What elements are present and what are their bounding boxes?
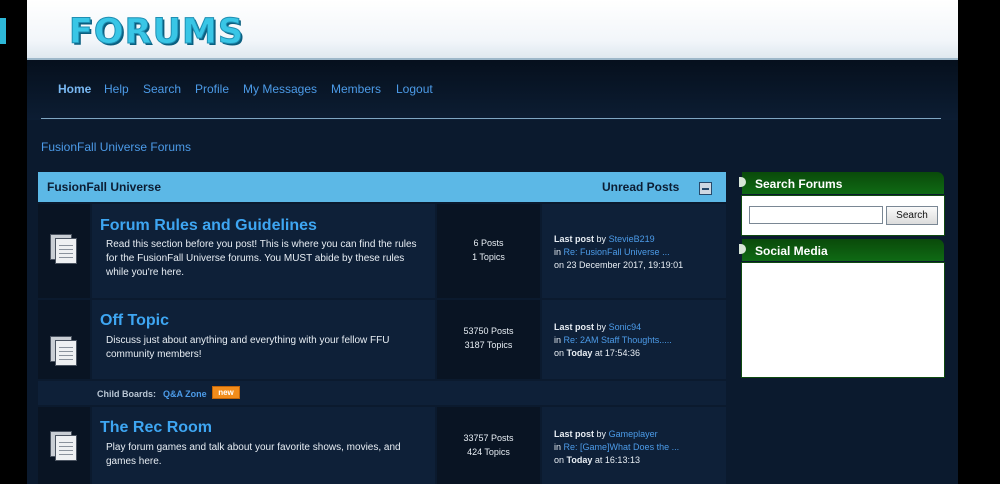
in-text: in [554,442,562,452]
site-header: FORUMS [27,0,958,60]
at-text: at [594,455,603,465]
forum-frame: FORUMS Home Help Search Profile My Messa… [27,0,958,484]
forum-title-rules[interactable]: Forum Rules and Guidelines [100,217,317,235]
last-post-author[interactable]: Sonic94 [609,322,642,332]
on-text: on [554,348,565,358]
at-text: at [594,348,603,358]
site-logo[interactable]: FORUMS [68,12,244,53]
forum-stats-cell: 33757 Posts 424 Topics [437,407,540,484]
logo-bracket-decoration [0,18,6,44]
topic-count: 1 Topics [472,252,505,262]
forum-row-off-topic: Off Topic Discuss just about anything an… [38,300,726,379]
child-boards-label: Child Boards: [97,389,157,399]
last-post-author[interactable]: StevieB219 [609,234,655,244]
last-post-today: Today [566,348,593,358]
new-badge: new [212,386,240,399]
last-post-label: Last post [554,234,595,244]
breadcrumb[interactable]: FusionFall Universe Forums [41,140,191,154]
forum-title-off-topic[interactable]: Off Topic [100,312,169,330]
last-post-topic[interactable]: Re: [Game]What Does the ... [564,442,680,452]
topic-count: 424 Topics [467,447,510,457]
forum-document-icon [50,234,77,264]
nav-search[interactable]: Search [143,82,181,96]
nav-divider [41,118,941,119]
social-media-header: Social Media [739,239,944,261]
in-text: in [554,247,562,257]
by-text: by [596,322,607,332]
forum-description-cell: The Rec Room Play forum games and talk a… [92,407,435,484]
post-count: 6 Posts [473,238,504,248]
social-media-title: Social Media [755,244,828,258]
forum-description: Play forum games and talk about your fav… [106,442,401,467]
nav-my-messages[interactable]: My Messages [243,82,317,96]
last-post-topic[interactable]: Re: 2AM Staff Thoughts..... [564,335,672,345]
in-text: in [554,335,562,345]
forum-title-rec-room[interactable]: The Rec Room [100,419,212,437]
last-post-time: 23 December 2017, 19:19:01 [566,260,684,270]
on-text: on [554,260,565,270]
last-post-cell: Last post by Gameplayer in Re: [Game]Wha… [542,407,726,484]
forum-description: Discuss just about anything and everythi… [106,335,390,360]
nav-help[interactable]: Help [104,82,129,96]
forum-icon-cell [38,300,90,379]
header-bullet-icon [739,244,746,254]
forum-stats-cell: 53750 Posts 3187 Topics [437,300,540,379]
last-post-today: Today [566,455,593,465]
last-post-author[interactable]: Gameplayer [609,429,658,439]
board-header: FusionFall Universe Unread Posts [38,172,726,202]
search-forums-title: Search Forums [755,177,843,191]
forum-description-cell: Forum Rules and Guidelines Read this sec… [92,204,435,298]
last-post-label: Last post [554,322,595,332]
topic-count: 3187 Topics [464,340,513,350]
nav-logout[interactable]: Logout [396,82,433,96]
forum-icon-cell [38,407,90,484]
nav-profile[interactable]: Profile [195,82,229,96]
last-post-cell: Last post by Sonic94 in Re: 2AM Staff Th… [542,300,726,379]
forum-description-cell: Off Topic Discuss just about anything an… [92,300,435,379]
forum-description: Read this section before you post! This … [106,239,417,278]
last-post-cell: Last post by StevieB219 in Re: FusionFal… [542,204,726,298]
child-boards-row: Child Boards: Q&A Zone new [38,381,726,405]
last-post-topic[interactable]: Re: FusionFall Universe ... [564,247,670,257]
forum-row-rec-room: The Rec Room Play forum games and talk a… [38,407,726,484]
nav-members[interactable]: Members [331,82,381,96]
by-text: by [596,429,607,439]
social-media-panel [741,262,945,378]
forum-document-icon [50,431,77,461]
search-forums-panel: Search [741,195,945,236]
search-button[interactable]: Search [886,206,938,225]
search-forums-header: Search Forums [739,172,944,194]
forum-stats-cell: 6 Posts 1 Topics [437,204,540,298]
forum-document-icon [50,336,77,366]
collapse-toggle-icon[interactable] [699,182,712,195]
post-count: 53750 Posts [463,326,514,336]
post-count: 33757 Posts [463,433,514,443]
child-board-link-qa-zone[interactable]: Q&A Zone [163,389,207,399]
nav-home[interactable]: Home [58,82,91,96]
forum-icon-cell [38,204,90,298]
header-bullet-icon [739,177,746,187]
on-text: on [554,455,565,465]
unread-posts-link[interactable]: Unread Posts [602,180,679,194]
by-text: by [596,234,607,244]
forum-row-rules: Forum Rules and Guidelines Read this sec… [38,204,726,298]
board-title[interactable]: FusionFall Universe [47,180,161,194]
search-input[interactable] [749,206,883,224]
last-post-label: Last post [554,429,595,439]
last-post-time: 16:13:13 [604,455,640,465]
last-post-time: 17:54:36 [604,348,640,358]
